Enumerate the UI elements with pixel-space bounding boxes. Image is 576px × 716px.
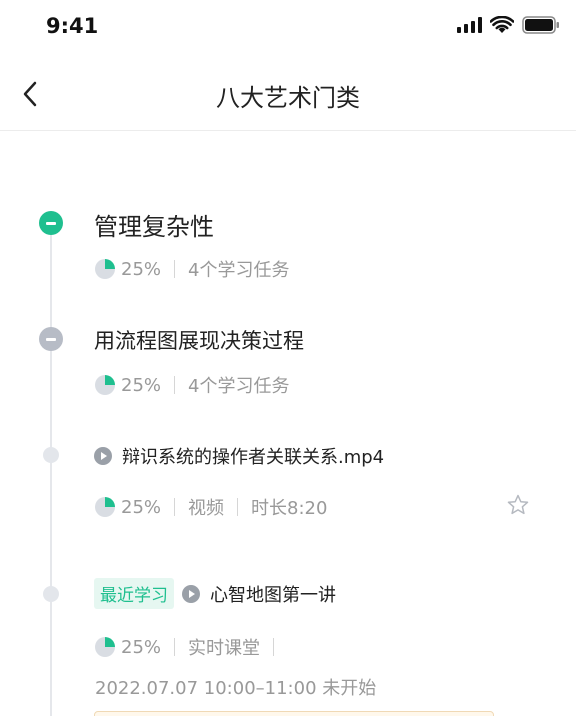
divider	[174, 376, 176, 394]
page-title: 八大艺术门类	[216, 84, 360, 112]
section-meta: 25% 4个学习任务	[95, 256, 289, 282]
duration: 时长8:20	[251, 498, 328, 519]
video-item[interactable]: 辩识系统的操作者关联关系.mp4	[94, 443, 384, 469]
section-title[interactable]: 管理复杂性	[94, 207, 214, 242]
divider	[273, 638, 275, 656]
live-item[interactable]: 最近学习 心智地图第一讲	[94, 578, 336, 609]
signal-icon	[457, 17, 482, 33]
video-meta: 25% 视频 时长8:20	[95, 494, 327, 520]
collapse-icon[interactable]	[39, 327, 63, 351]
task-count: 4个学习任务	[188, 376, 290, 397]
notice-card[interactable]	[94, 711, 494, 716]
play-icon	[182, 584, 200, 603]
divider	[237, 498, 239, 516]
progress-text: 25%	[121, 258, 162, 280]
timeline-dot	[43, 447, 59, 463]
live-meta: 25% 实时课堂	[95, 634, 287, 660]
progress-text: 25%	[121, 374, 162, 396]
collapse-icon[interactable]	[39, 211, 63, 235]
status-time: 9:41	[46, 14, 99, 38]
schedule-text: 2022.07.07 10:00–11:00 未开始	[95, 678, 377, 699]
section-title[interactable]: 用流程图展现决策过程	[94, 325, 304, 355]
status-icons	[457, 16, 560, 34]
content-type: 实时课堂	[188, 638, 261, 659]
star-icon[interactable]	[506, 493, 530, 517]
live-title: 心智地图第一讲	[210, 584, 336, 606]
progress-pie-icon	[95, 259, 115, 279]
progress-pie-icon	[95, 375, 115, 395]
content-type: 视频	[188, 498, 225, 519]
timeline-dot	[43, 586, 59, 602]
timeline-line	[50, 232, 52, 716]
divider	[174, 638, 176, 656]
video-title: 辩识系统的操作者关联关系.mp4	[122, 447, 385, 468]
nav-bar: 八大艺术门类	[0, 56, 576, 131]
section-meta: 25% 4个学习任务	[95, 372, 289, 398]
progress-pie-icon	[95, 497, 115, 517]
progress-text: 25%	[121, 496, 162, 518]
play-icon	[94, 447, 112, 465]
divider	[174, 498, 176, 516]
status-bar: 9:41	[0, 0, 576, 56]
divider	[174, 260, 176, 278]
wifi-icon	[490, 16, 514, 33]
recent-badge: 最近学习	[94, 578, 174, 609]
progress-pie-icon	[95, 637, 115, 657]
progress-text: 25%	[121, 636, 162, 658]
task-count: 4个学习任务	[188, 260, 290, 281]
battery-icon	[522, 16, 559, 34]
